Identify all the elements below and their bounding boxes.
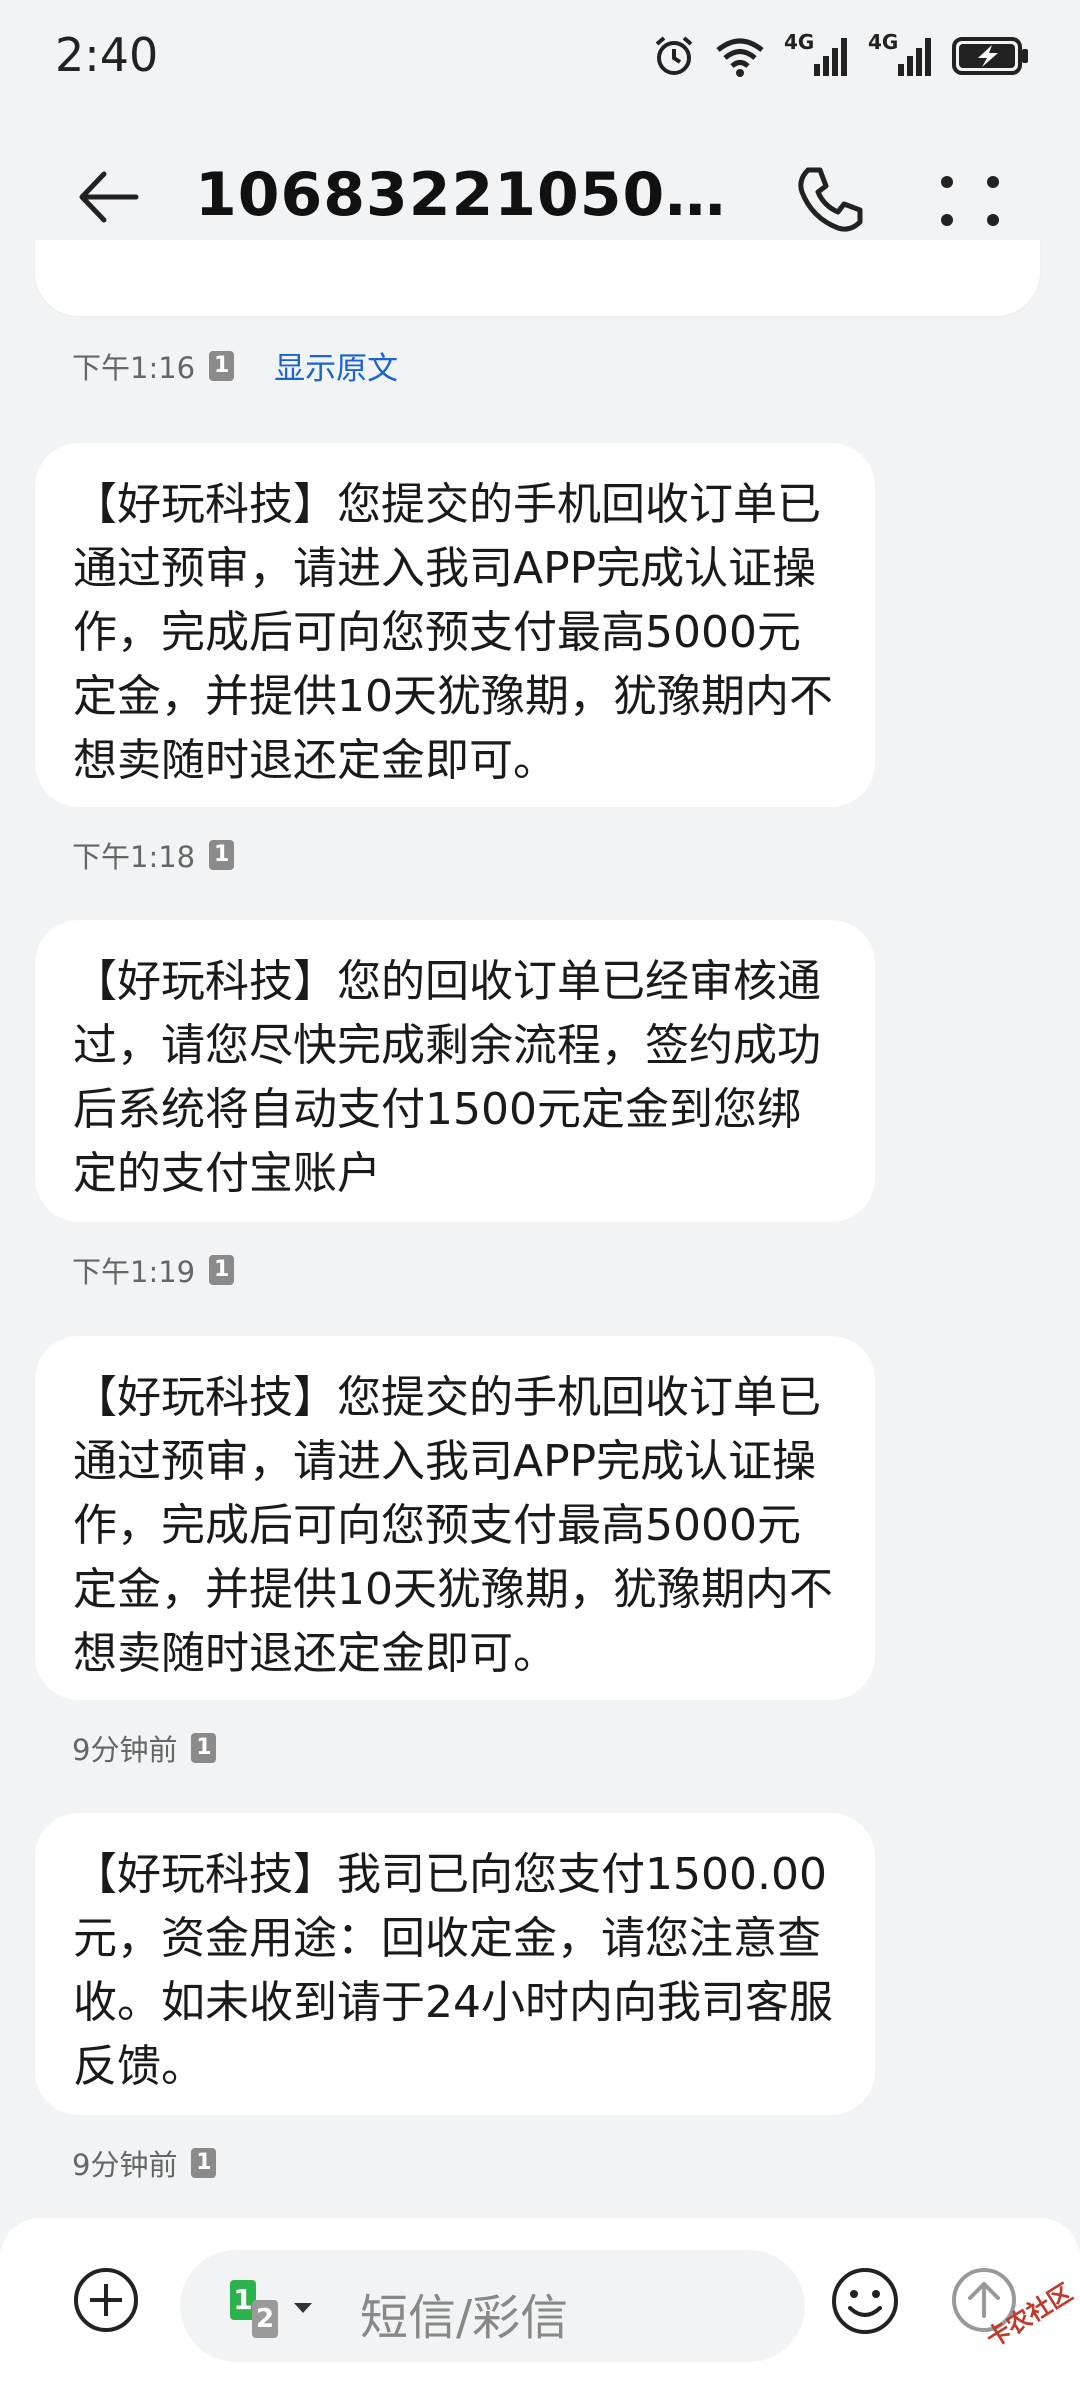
message-meta: 下午1:19 1 <box>72 1249 235 1291</box>
sim-badge: 1 <box>209 840 235 870</box>
message-meta: 9分钟前 1 <box>72 2142 217 2184</box>
message-text: 【好玩科技】您提交的手机回收订单已通过预审，请进入我司APP完成认证操作，完成后… <box>73 1372 833 1679</box>
message-time: 下午1:19 <box>72 1255 196 1289</box>
composer-bar: 1 2 短信/彩信 <box>0 2218 1080 2388</box>
add-attachment-icon[interactable] <box>72 2266 140 2334</box>
status-bar: 2:40 4G 4G <box>0 0 1080 115</box>
phone-call-icon[interactable] <box>790 160 870 240</box>
message-meta: 下午1:18 1 <box>72 834 235 876</box>
sim-selector[interactable]: 1 2 <box>230 2280 320 2340</box>
message-meta: 9分钟前 1 <box>72 1727 217 1769</box>
more-options-icon[interactable] <box>935 160 1005 240</box>
signal-icon-1: 4G <box>784 30 850 78</box>
status-time: 2:40 <box>55 28 159 82</box>
message-bubble[interactable]: 【好玩科技】您提交的手机回收订单已通过预审，请进入我司APP完成认证操作，完成后… <box>35 443 875 807</box>
message-text: 【好玩科技】您提交的手机回收订单已通过预审，请进入我司APP完成认证操作，完成后… <box>73 479 833 786</box>
status-icons: 4G 4G <box>652 30 1030 82</box>
message-time: 9分钟前 <box>72 2148 178 2182</box>
emoji-icon[interactable] <box>830 2266 900 2336</box>
message-input[interactable]: 1 2 短信/彩信 <box>180 2250 805 2362</box>
message-bubble[interactable]: 【好玩科技】您提交的手机回收订单已通过预审，请进入我司APP完成认证操作，完成后… <box>35 1336 875 1700</box>
chevron-down-icon <box>294 2303 312 2313</box>
show-original-link[interactable]: 显示原文 <box>274 343 398 388</box>
battery-charging-icon <box>952 37 1028 75</box>
alarm-icon <box>655 36 693 75</box>
message-time: 下午1:16 <box>72 350 196 385</box>
message-bubble-partial[interactable] <box>35 240 1040 316</box>
input-placeholder: 短信/彩信 <box>360 2290 569 2346</box>
sim-badge: 1 <box>209 350 235 381</box>
message-time: 9分钟前 <box>72 1733 178 1767</box>
message-meta: 下午1:16 1 显示原文 <box>72 343 398 388</box>
sim-badge: 1 <box>191 2148 217 2178</box>
conversation-title: 10683221050146... <box>195 160 740 230</box>
sim-badge: 1 <box>209 1255 235 1285</box>
sim-secondary-badge: 2 <box>252 2300 278 2338</box>
message-bubble[interactable]: 【好玩科技】我司已向您支付1500.00元，资金用途：回收定金，请您注意查收。如… <box>35 1813 875 2115</box>
message-text: 【好玩科技】我司已向您支付1500.00元，资金用途：回收定金，请您注意查收。如… <box>73 1849 833 2092</box>
sim-badge: 1 <box>191 1733 217 1763</box>
message-text: 【好玩科技】您的回收订单已经审核通过，请您尽快完成剩余流程，签约成功后系统将自动… <box>73 956 821 1199</box>
message-time: 下午1:18 <box>72 840 196 874</box>
back-arrow-icon[interactable] <box>70 160 145 235</box>
wifi-icon <box>716 38 764 77</box>
signal-icon-2: 4G <box>868 30 934 78</box>
message-bubble[interactable]: 【好玩科技】您的回收订单已经审核通过，请您尽快完成剩余流程，签约成功后系统将自动… <box>35 920 875 1222</box>
